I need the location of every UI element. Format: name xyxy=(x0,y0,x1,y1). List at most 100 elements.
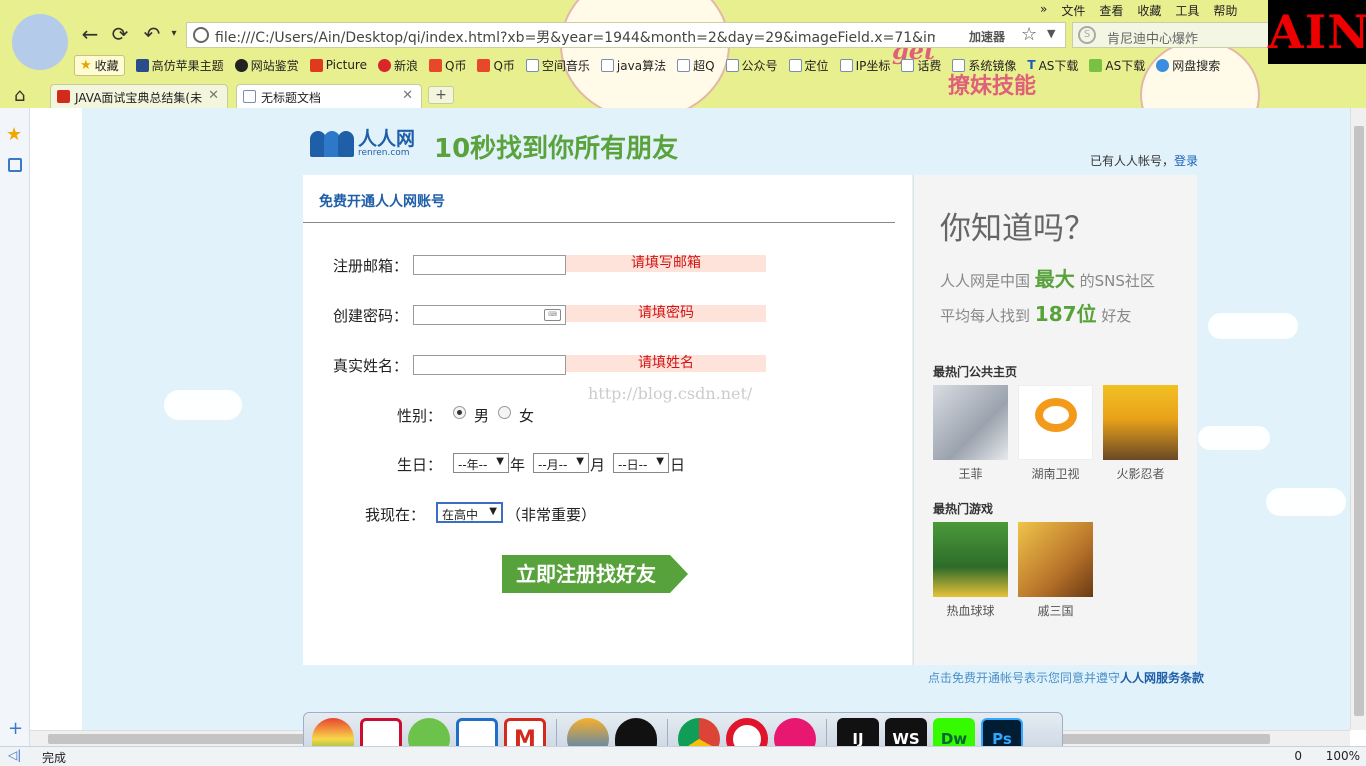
close-tab-icon[interactable]: ✕ xyxy=(402,88,413,103)
page-icon xyxy=(952,58,966,72)
password-error: 请填密码 xyxy=(566,305,766,322)
site-info-icon[interactable] xyxy=(193,27,209,43)
bookmark-item[interactable]: Picture xyxy=(309,58,367,72)
hot-game-card[interactable]: 热血球球 xyxy=(933,522,1008,619)
renren-logo[interactable]: 人人网 renren.com xyxy=(310,130,415,158)
cloud-decoration xyxy=(1208,313,1298,339)
login-link[interactable]: 登录 xyxy=(1174,154,1198,168)
status-select[interactable]: 在高中 ▼ xyxy=(436,502,503,523)
bookmark-item[interactable]: 超Q xyxy=(677,57,715,74)
favorites-star-icon[interactable]: ★ xyxy=(6,124,22,145)
renren-logo-icon xyxy=(310,131,354,157)
bookmark-item[interactable]: Q币 xyxy=(429,57,466,74)
email-label: 注册邮箱： xyxy=(333,257,409,275)
month-select[interactable]: --月-- ▼ xyxy=(533,453,589,473)
name-label: 真实姓名： xyxy=(333,357,409,375)
password-input[interactable]: ⌨ xyxy=(413,305,566,325)
bookmark-item[interactable]: java算法 xyxy=(600,57,666,74)
logo-domain: renren.com xyxy=(358,148,410,158)
refresh-icon[interactable]: ⟳ xyxy=(108,22,132,46)
menu-help[interactable]: 帮助 xyxy=(1213,2,1237,18)
name-input[interactable] xyxy=(413,355,566,375)
back-icon[interactable]: ← xyxy=(78,22,102,46)
address-url[interactable]: file:///C:/Users/Ain/Desktop/qi/index.ht… xyxy=(215,27,935,47)
register-submit-button[interactable]: 立即注册找好友 xyxy=(502,555,688,593)
vertical-scroll-thumb[interactable] xyxy=(1354,126,1364,716)
status-label: 我现在： xyxy=(365,506,426,524)
gender-male-radio[interactable] xyxy=(453,406,466,419)
form-title: 免费开通人人网账号 xyxy=(319,194,445,210)
bookmark-item[interactable]: 网站鉴赏 xyxy=(234,57,299,74)
menu-overflow-icon[interactable]: » xyxy=(1040,2,1047,18)
hot-page-card[interactable]: 火影忍者 xyxy=(1103,385,1178,482)
bookmark-item[interactable]: Q币 xyxy=(477,57,515,74)
add-icon[interactable]: + xyxy=(8,718,23,739)
vertical-scrollbar[interactable] xyxy=(1350,108,1366,730)
home-icon[interactable]: ⌂ xyxy=(14,85,25,106)
blocked-count[interactable]: 0 xyxy=(1294,749,1302,763)
hot-page-name: 王菲 xyxy=(958,467,983,481)
slogan: 10秒找到你所有朋友 xyxy=(434,134,679,164)
gender-female-radio[interactable] xyxy=(498,406,511,419)
tab-untitled[interactable]: 无标题文档 ✕ xyxy=(236,84,422,108)
tab-java-interview[interactable]: JAVA面试宝典总结集(未 ✕ xyxy=(50,84,228,108)
game-image xyxy=(1018,522,1093,597)
bookmark-item[interactable]: 高仿苹果主题 xyxy=(135,57,224,74)
hot-page-name: 湖南卫视 xyxy=(1031,467,1080,481)
address-bar[interactable]: file:///C:/Users/Ain/Desktop/qi/index.ht… xyxy=(186,22,1066,48)
menu-tools[interactable]: 工具 xyxy=(1175,2,1199,18)
keyboard-icon[interactable]: ⌨ xyxy=(544,309,561,321)
logo-name: 人人网 xyxy=(358,128,416,150)
reader-icon[interactable] xyxy=(8,158,22,172)
bookmark-item[interactable]: 空间音乐 xyxy=(525,57,590,74)
gender-female-label: 女 xyxy=(519,407,535,425)
page-icon xyxy=(243,90,256,103)
zoom-level[interactable]: 100% xyxy=(1326,749,1360,763)
menu-favorites[interactable]: 收藏 xyxy=(1137,2,1161,18)
undo-icon[interactable]: ↶ xyxy=(140,22,164,46)
bookmark-item[interactable]: 网盘搜索 xyxy=(1156,57,1220,74)
hot-page-card[interactable]: 王菲 xyxy=(933,385,1008,482)
menu-file[interactable]: 文件 xyxy=(1061,2,1085,18)
undo-dropdown-icon[interactable]: ▾ xyxy=(162,22,186,46)
bookmark-item[interactable]: 系统镜像 xyxy=(952,57,1016,74)
email-input[interactable] xyxy=(413,255,566,275)
page-icon xyxy=(839,58,853,72)
search-box[interactable]: S 肯尼迪中心爆炸 xyxy=(1072,22,1270,48)
address-dropdown-icon[interactable]: ▼ xyxy=(1047,27,1055,40)
wangfei-image xyxy=(933,385,1008,460)
menu-view[interactable]: 查看 xyxy=(1099,2,1123,18)
tab-bar: ⌂ JAVA面试宝典总结集(未 ✕ 无标题文档 ✕ + xyxy=(0,82,1366,108)
hot-game-card[interactable]: 戚三国 xyxy=(1018,522,1093,619)
bookmark-star-icon[interactable]: ☆ xyxy=(1021,24,1037,45)
search-text[interactable]: 肯尼迪中心爆炸 xyxy=(1107,28,1198,47)
bookmark-item[interactable]: 新浪 xyxy=(377,57,418,74)
sidebar-toggle-icon[interactable]: ◁| xyxy=(8,748,21,762)
hot-game-name: 热血球球 xyxy=(946,604,995,618)
bookmark-item[interactable]: IP坐标 xyxy=(839,57,890,74)
bookmark-item[interactable]: T AS下载 xyxy=(1027,57,1078,74)
bookmark-icon xyxy=(234,58,248,72)
day-select[interactable]: --日-- ▼ xyxy=(613,453,669,473)
overlay-logo: AIN xyxy=(1268,0,1366,64)
new-tab-button[interactable]: + xyxy=(428,86,454,104)
has-account-text: 已有人人帐号，登录 xyxy=(1090,154,1199,168)
day-unit: 日 xyxy=(670,456,686,474)
bookmarks-bar: ★ 收藏 高仿苹果主题 网站鉴赏 Picture 新浪 Q币 Q币 空间音乐 ja… xyxy=(74,54,1264,76)
gender-label: 性别： xyxy=(397,407,443,425)
bookmark-favorites[interactable]: ★ 收藏 xyxy=(74,54,125,76)
terms-link[interactable]: 人人网服务条款 xyxy=(1120,671,1204,685)
bookmark-item[interactable]: 公众号 xyxy=(725,57,778,74)
page-icon xyxy=(788,58,802,72)
bookmark-item[interactable]: AS下载 xyxy=(1089,57,1145,74)
bookmark-item[interactable]: 话费 xyxy=(901,57,941,74)
bookmark-item[interactable]: 定位 xyxy=(788,57,829,74)
game-image xyxy=(933,522,1008,597)
year-select[interactable]: --年-- ▼ xyxy=(453,453,509,473)
search-engine-icon[interactable]: S xyxy=(1078,26,1096,44)
close-tab-icon[interactable]: ✕ xyxy=(208,88,219,103)
hot-page-card[interactable]: 湖南卫视 xyxy=(1018,385,1093,482)
accelerator-button[interactable]: 加速器 xyxy=(969,28,1005,45)
star-icon: ★ xyxy=(80,57,92,73)
user-avatar[interactable] xyxy=(12,14,68,70)
